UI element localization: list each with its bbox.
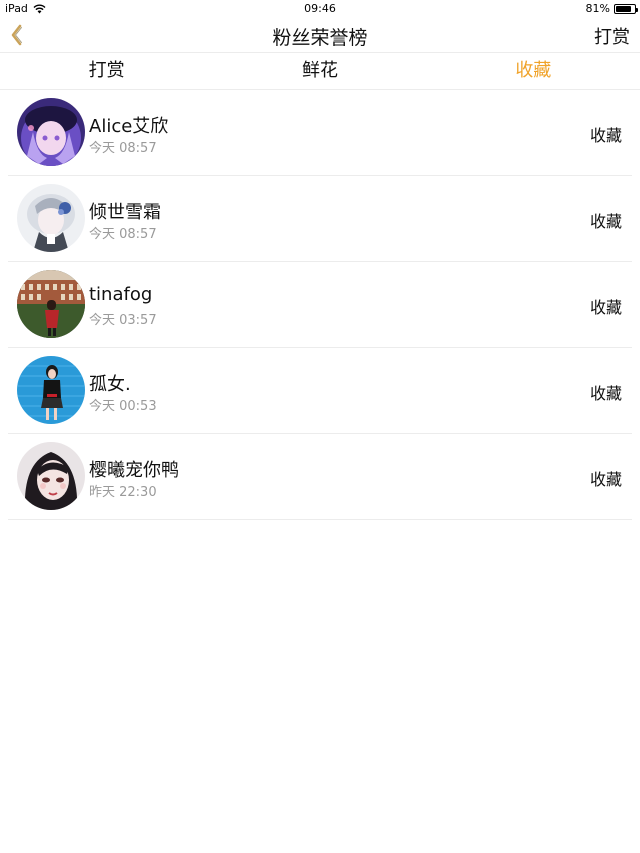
tab-bar: 打赏 鲜花 收藏	[0, 52, 640, 90]
reward-button[interactable]: 打赏	[594, 23, 630, 49]
tab-favorites[interactable]: 收藏	[427, 53, 640, 89]
status-right: 81%	[585, 2, 638, 15]
list-item[interactable]: 孤女. 今天 00:53 收藏	[8, 348, 632, 434]
list-item[interactable]: tinafog 今天 03:57 收藏	[8, 262, 632, 348]
fan-time: 今天 08:57	[89, 141, 157, 156]
chevron-left-icon	[11, 24, 22, 46]
status-bar: iPad 09:46 81%	[0, 0, 640, 18]
fan-name: 樱曦宠你鸭	[89, 460, 179, 481]
list-item[interactable]: 倾世雪霜 今天 08:57 收藏	[8, 176, 632, 262]
avatar	[17, 184, 85, 252]
avatar	[17, 356, 85, 424]
page-title: 粉丝荣誉榜	[272, 27, 368, 49]
fan-name: 孤女.	[89, 374, 131, 395]
battery-percent: 81%	[585, 2, 610, 15]
battery-icon	[614, 3, 638, 14]
nav-bar: 粉丝荣誉榜 打赏	[0, 18, 640, 52]
fan-name: 倾世雪霜	[89, 202, 161, 223]
fan-list: Alice艾欣 今天 08:57 收藏 倾世雪霜 今天 08:57 收藏 tin…	[0, 90, 640, 520]
fan-time: 今天 08:57	[89, 227, 157, 242]
back-button[interactable]	[6, 22, 30, 48]
list-item[interactable]: Alice艾欣 今天 08:57 收藏	[8, 90, 632, 176]
fan-action: 收藏	[589, 298, 622, 317]
status-time: 09:46	[304, 2, 336, 15]
fan-name: tinafog	[89, 284, 153, 305]
fan-name: Alice艾欣	[89, 116, 169, 137]
fan-action: 收藏	[589, 384, 622, 403]
fan-time: 今天 00:53	[89, 399, 157, 414]
list-item[interactable]: 樱曦宠你鸭 昨天 22:30 收藏	[8, 434, 632, 520]
avatar	[17, 98, 85, 166]
fan-action: 收藏	[589, 126, 622, 145]
fan-time: 今天 03:57	[89, 313, 157, 328]
battery-fill	[616, 5, 631, 12]
avatar	[17, 442, 85, 510]
fan-time: 昨天 22:30	[89, 485, 157, 500]
fan-action: 收藏	[589, 212, 622, 231]
fan-action: 收藏	[589, 470, 622, 489]
avatar	[17, 270, 85, 338]
tab-reward[interactable]: 打赏	[0, 53, 213, 89]
tab-flowers[interactable]: 鲜花	[213, 53, 426, 89]
